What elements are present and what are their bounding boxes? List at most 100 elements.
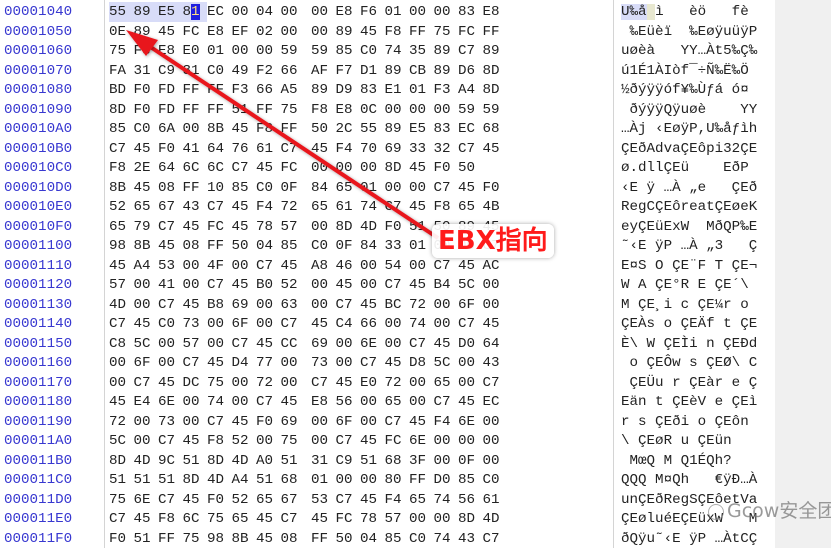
hex-byte[interactable]: C0 <box>134 119 159 139</box>
hex-byte[interactable]: 00 <box>409 373 434 393</box>
hex-row[interactable]: 000011D0 75 6E C7 45 F0 52 65 67 53 C7 45 F4 65 74 56 61… <box>0 490 775 510</box>
hex-byte[interactable]: E5 <box>158 2 183 22</box>
hex-byte[interactable]: 04 <box>256 2 281 22</box>
row-ascii[interactable]: M ÇE¸i c ÇE¼r o <box>621 295 757 315</box>
hex-byte[interactable]: C7 <box>109 314 134 334</box>
hex-row[interactable]: 000010A0 85 C0 6A 00 8B 45 F8 FF 50 2C 55 89 E5 83 EC 68… <box>0 119 775 139</box>
hex-byte[interactable]: E0 <box>360 373 385 393</box>
hex-byte[interactable]: 45 <box>360 295 385 315</box>
hex-byte[interactable]: 45 <box>409 197 434 217</box>
hex-byte[interactable]: 00 <box>207 334 232 354</box>
hex-byte[interactable]: 0F <box>458 451 483 471</box>
hex-byte[interactable]: FF <box>281 119 306 139</box>
hex-byte[interactable]: 45 <box>311 314 336 334</box>
hex-byte[interactable]: 68 <box>483 119 508 139</box>
hex-byte[interactable]: 00 <box>134 412 159 432</box>
hex-byte[interactable]: 00 <box>360 256 385 276</box>
hex-byte[interactable]: F0 <box>483 178 508 198</box>
row-hex-bytes[interactable]: F0 51 FF 75 98 8B 45 08 FF 50 04 85 C0 74 43 C7 <box>109 529 507 548</box>
hex-byte[interactable]: 00 <box>360 158 385 178</box>
hex-byte[interactable]: 45 <box>311 139 336 159</box>
row-ascii[interactable]: RegCÇEôreatÇEøeK <box>621 197 757 217</box>
hex-byte[interactable]: 00 <box>360 470 385 490</box>
row-hex-bytes[interactable]: 85 C0 6A 00 8B 45 F8 FF 50 2C 55 89 E5 83 EC 68 <box>109 119 507 139</box>
hex-byte[interactable]: F8 <box>109 158 134 178</box>
hex-byte[interactable]: 00 <box>311 2 336 22</box>
hex-byte[interactable]: FF <box>207 236 232 256</box>
hex-byte[interactable]: 00 <box>385 314 410 334</box>
row-ascii[interactable]: È\ W ÇEÌi n ÇEÐd <box>621 334 757 354</box>
hex-byte[interactable]: 45 <box>256 529 281 548</box>
hex-byte[interactable]: 00 <box>434 100 459 120</box>
hex-byte[interactable]: C7 <box>183 353 208 373</box>
hex-byte[interactable]: 69 <box>232 295 257 315</box>
hex-byte[interactable]: 55 <box>109 2 134 22</box>
hex-byte[interactable]: 00 <box>232 256 257 276</box>
hex-byte[interactable]: 6E <box>360 334 385 354</box>
hex-byte[interactable]: 51 <box>232 100 257 120</box>
hex-byte[interactable]: 45 <box>183 490 208 510</box>
hex-byte[interactable]: 66 <box>281 61 306 81</box>
row-hex-bytes[interactable]: F8 2E 64 6C 6C C7 45 FC 00 00 00 8D 45 F0 50 <box>109 158 483 178</box>
hex-byte[interactable]: 3F <box>409 451 434 471</box>
row-hex-bytes[interactable]: 00 C7 45 DC 75 00 72 00 C7 45 E0 72 00 65 00 C7 <box>109 373 507 393</box>
row-ascii[interactable]: ðýÿÿQÿuøè YY <box>621 100 758 120</box>
hex-byte[interactable]: A8 <box>311 256 336 276</box>
hex-byte[interactable]: 51 <box>183 451 208 471</box>
hex-byte[interactable]: A4 <box>134 256 159 276</box>
hex-byte[interactable]: 2E <box>134 158 159 178</box>
hex-byte[interactable]: 31 <box>183 61 208 81</box>
row-hex-bytes[interactable]: C7 45 F8 6C 75 65 45 C7 45 FC 78 57 00 00 8D 4D <box>109 509 507 529</box>
hex-byte[interactable]: A5 <box>281 80 306 100</box>
hex-byte[interactable]: 10 <box>207 178 232 198</box>
hex-byte[interactable]: FF <box>311 529 336 548</box>
hex-byte[interactable]: 51 <box>134 529 159 548</box>
row-ascii[interactable]: MœQ M Q1ÉQh? <box>621 451 757 471</box>
hex-byte[interactable]: 00 <box>483 412 508 432</box>
hex-byte[interactable]: 85 <box>385 529 410 548</box>
hex-row[interactable]: 00001090 8D F0 FD FF FF 51 FF 75 F8 E8 0C 00 00 00 59 59… <box>0 100 775 120</box>
hex-byte[interactable]: 61 <box>336 197 361 217</box>
hex-byte[interactable]: 45 <box>256 509 281 529</box>
hex-byte[interactable]: 73 <box>183 314 208 334</box>
hex-byte[interactable]: 01 <box>409 80 434 100</box>
hex-byte[interactable]: 00 <box>434 431 459 451</box>
hex-byte[interactable]: 8D <box>207 451 232 471</box>
hex-byte[interactable]: 89 <box>385 119 410 139</box>
hex-byte[interactable]: 65 <box>458 197 483 217</box>
hex-byte[interactable]: FF <box>483 22 508 42</box>
hex-byte[interactable]: 6A <box>158 119 183 139</box>
hex-byte[interactable]: F2 <box>256 61 281 81</box>
hex-byte[interactable]: 45 <box>385 353 410 373</box>
hex-byte[interactable]: 83 <box>434 119 459 139</box>
hex-byte[interactable]: 00 <box>336 158 361 178</box>
hex-byte[interactable]: A4 <box>232 470 257 490</box>
hex-byte[interactable]: E0 <box>183 41 208 61</box>
hex-byte[interactable]: 6C <box>207 158 232 178</box>
hex-byte[interactable]: 00 <box>311 295 336 315</box>
hex-byte[interactable]: 98 <box>207 529 232 548</box>
hex-byte[interactable]: 45 <box>336 275 361 295</box>
hex-byte[interactable]: 00 <box>409 178 434 198</box>
hex-byte[interactable]: C7 <box>158 217 183 237</box>
hex-byte[interactable]: 74 <box>409 314 434 334</box>
hex-byte[interactable]: C4 <box>336 314 361 334</box>
hex-byte[interactable]: 00 <box>409 2 434 22</box>
hex-byte[interactable]: 8D <box>483 61 508 81</box>
hex-byte[interactable]: 00 <box>281 2 306 22</box>
hex-byte[interactable]: F8 <box>134 41 159 61</box>
hex-byte[interactable]: 45 <box>336 373 361 393</box>
hex-byte[interactable]: F8 <box>385 22 410 42</box>
hex-row[interactable]: 000010D0 8B 45 08 FF 10 85 C0 0F 84 65 01 00 00 C7 45 F0… <box>0 178 775 198</box>
edit-cursor[interactable]: 1 <box>191 4 200 20</box>
row-hex-bytes[interactable]: 0E 89 45 FC E8 EF 02 00 00 89 45 F8 FF 75 FC FF <box>109 22 507 42</box>
hex-byte[interactable]: 73 <box>311 353 336 373</box>
hex-byte[interactable]: 2C <box>336 119 361 139</box>
row-hex-bytes[interactable]: 45 E4 6E 00 74 00 C7 45 E8 56 00 65 00 C7 45 EC <box>109 392 507 412</box>
hex-byte[interactable]: 89 <box>134 22 159 42</box>
hex-byte[interactable]: 45 <box>207 353 232 373</box>
hex-byte[interactable]: 89 <box>434 41 459 61</box>
hex-byte[interactable]: 00 <box>434 451 459 471</box>
hex-byte[interactable]: C7 <box>409 334 434 354</box>
hex-byte[interactable]: 72 <box>281 197 306 217</box>
